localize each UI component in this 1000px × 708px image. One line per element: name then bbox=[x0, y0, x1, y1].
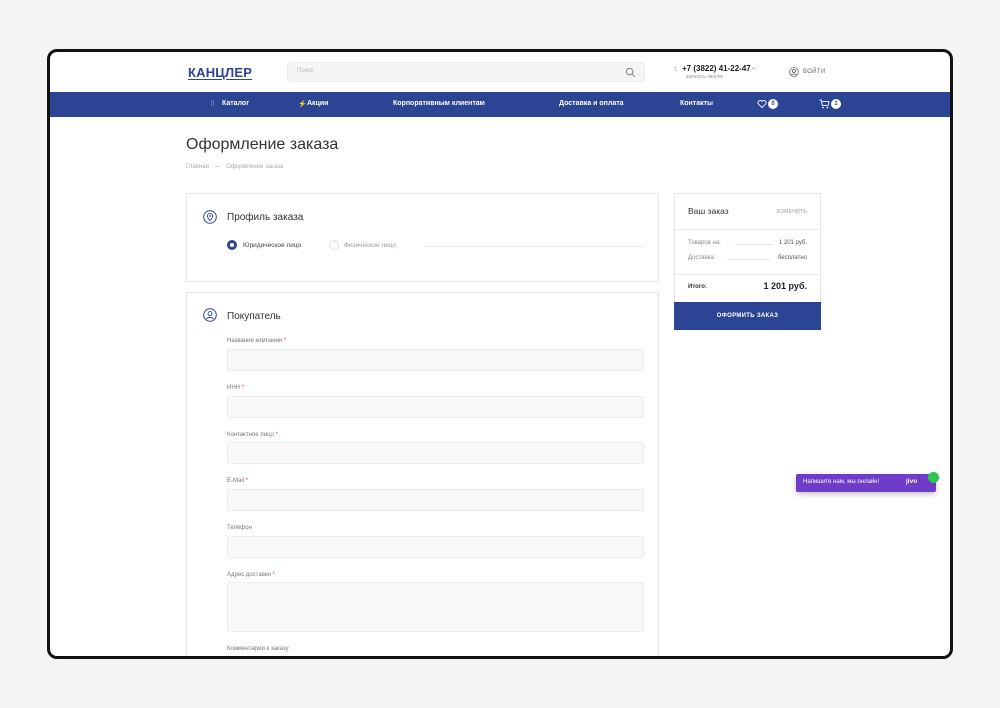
heart-icon[interactable] bbox=[757, 99, 767, 109]
nav-contacts[interactable]: Контакты bbox=[680, 100, 713, 107]
dotted-leader bbox=[727, 259, 770, 260]
comment-label: Комментарии к заказу: bbox=[227, 646, 291, 652]
online-status-dot bbox=[928, 472, 939, 483]
company-name-input[interactable] bbox=[227, 349, 644, 371]
phone-number[interactable]: +7 (3822) 41-22-47 bbox=[682, 64, 751, 73]
login-link[interactable]: ВОЙТИ bbox=[803, 69, 826, 75]
delivery-value: бесплатно bbox=[777, 255, 807, 261]
inn-label: ИНН * bbox=[227, 385, 244, 391]
change-order-link[interactable]: ИЗМЕНИТЬ bbox=[777, 209, 807, 215]
delivery-label: Доставка: bbox=[688, 255, 716, 261]
main-nav: ⠿ Каталог ⚡ Акции Корпоративным клиентам… bbox=[50, 92, 950, 117]
email-label: E-Mail * bbox=[227, 478, 249, 484]
search-icon[interactable] bbox=[625, 67, 636, 78]
lightning-icon: ⚡ bbox=[298, 101, 307, 108]
callback-link[interactable]: заказать звонок bbox=[686, 74, 723, 80]
phone-icon: ☾ bbox=[674, 67, 680, 73]
page-title: Оформление заказа bbox=[186, 136, 339, 153]
phone-input[interactable] bbox=[227, 536, 644, 558]
phone-label: Телефон bbox=[227, 525, 252, 531]
goods-total-value: 1 201 руб. bbox=[778, 240, 807, 246]
nav-promo[interactable]: Акции bbox=[307, 100, 328, 107]
breadcrumb-current: Оформление заказа bbox=[226, 164, 284, 170]
radio-individual-label[interactable]: Физическое лицо bbox=[344, 242, 396, 249]
breadcrumb-separator: — bbox=[214, 164, 221, 170]
divider bbox=[675, 229, 820, 230]
buyer-section: Покупатель Название компании * ИНН * Кон… bbox=[186, 292, 659, 656]
browser-window: КАНЦЛЕР Поиск ☾ +7 (3822) 41-22-47 ⌄ зак… bbox=[47, 49, 953, 659]
contact-person-label: Контактное лицо * bbox=[227, 432, 278, 438]
nav-catalog[interactable]: Каталог bbox=[222, 100, 249, 107]
grid-icon: ⠿ bbox=[210, 101, 216, 108]
dotted-leader bbox=[735, 244, 773, 245]
inn-input[interactable] bbox=[227, 396, 644, 418]
nav-corporate[interactable]: Корпоративным клиентам bbox=[393, 100, 485, 107]
goods-total-label: Товаров на: bbox=[688, 240, 721, 246]
checkout-button[interactable]: ОФОРМИТЬ ЗАКАЗ bbox=[674, 302, 821, 330]
chevron-down-icon[interactable]: ⌄ bbox=[751, 64, 756, 71]
contact-person-input[interactable] bbox=[227, 442, 644, 464]
header: КАНЦЛЕР Поиск ☾ +7 (3822) 41-22-47 ⌄ зак… bbox=[50, 52, 950, 92]
buyer-title: Покупатель bbox=[227, 311, 281, 322]
total-value: 1 201 руб. bbox=[763, 281, 807, 291]
company-name-label: Название компании * bbox=[227, 338, 287, 344]
user-icon[interactable] bbox=[789, 67, 799, 77]
radio-legal-entity-label[interactable]: Юридическое лицо bbox=[243, 242, 301, 249]
search-placeholder: Поиск bbox=[297, 68, 314, 74]
profile-title: Профиль заказа bbox=[227, 212, 304, 223]
radio-legal-entity[interactable] bbox=[227, 240, 237, 250]
radio-individual[interactable] bbox=[329, 240, 339, 250]
order-summary: Ваш заказ ИЗМЕНИТЬ Товаров на: 1 201 руб… bbox=[674, 193, 821, 303]
delivery-address-input[interactable] bbox=[227, 582, 644, 632]
delivery-address-label: Адрес доставки * bbox=[227, 572, 275, 578]
favorites-count-badge: 0 bbox=[768, 99, 778, 109]
profile-section: Профиль заказа Юридическое лицо Физическ… bbox=[186, 193, 659, 282]
page-viewport: КАНЦЛЕР Поиск ☾ +7 (3822) 41-22-47 ⌄ зак… bbox=[50, 52, 950, 656]
user-icon bbox=[203, 308, 217, 322]
logo[interactable]: КАНЦЛЕР bbox=[188, 65, 252, 80]
chat-brand-logo: jivo bbox=[906, 478, 918, 485]
email-field[interactable] bbox=[227, 489, 644, 511]
search-input[interactable]: Поиск bbox=[287, 62, 645, 82]
total-label: Итого: bbox=[688, 284, 707, 290]
order-title: Ваш заказ bbox=[688, 206, 729, 216]
divider bbox=[675, 274, 820, 275]
cart-icon[interactable] bbox=[819, 99, 830, 109]
chat-text[interactable]: Напишите нам, мы онлайн! bbox=[803, 479, 879, 485]
chat-widget[interactable]: Напишите нам, мы онлайн! jivo bbox=[796, 472, 939, 492]
breadcrumb: Главная — Оформление заказа bbox=[186, 164, 287, 170]
nav-delivery[interactable]: Доставка и оплата bbox=[559, 100, 624, 107]
breadcrumb-home[interactable]: Главная bbox=[186, 164, 209, 170]
divider bbox=[424, 246, 644, 247]
cart-count-badge: 1 bbox=[831, 99, 841, 109]
location-pin-icon bbox=[203, 210, 217, 224]
